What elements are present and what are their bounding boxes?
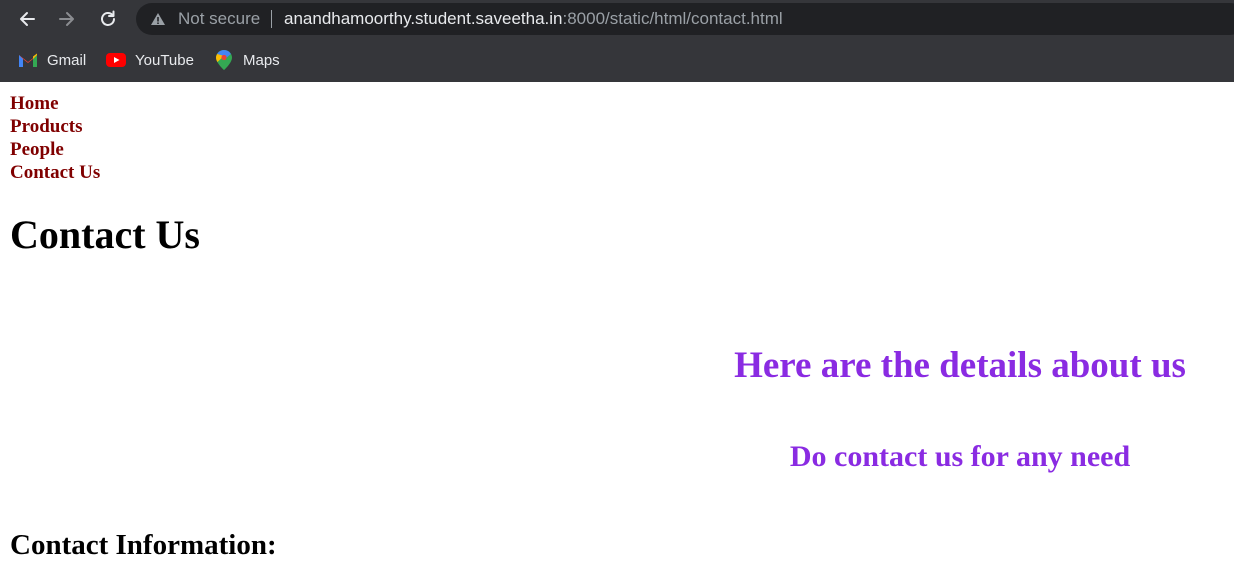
bookmark-maps[interactable]: Maps	[214, 50, 280, 70]
gmail-icon	[18, 50, 38, 70]
nav-link-people[interactable]: People	[10, 138, 100, 161]
reload-button[interactable]	[94, 5, 122, 33]
bookmark-youtube[interactable]: YouTube	[106, 50, 194, 70]
browser-toolbar: Not secure anandhamoorthy.student.saveet…	[0, 0, 1234, 38]
nav-link-products[interactable]: Products	[10, 115, 100, 138]
page-title: Contact Us	[10, 212, 200, 257]
bookmark-gmail[interactable]: Gmail	[18, 50, 86, 70]
contact-info-heading: Contact Information:	[10, 529, 277, 561]
reload-icon	[101, 10, 115, 26]
site-nav: Home Products People Contact Us	[10, 92, 100, 184]
url-path: :8000/static/html/contact.html	[562, 9, 783, 28]
forward-button[interactable]	[53, 5, 81, 33]
not-secure-label[interactable]: Not secure	[178, 3, 260, 35]
url-text[interactable]: anandhamoorthy.student.saveetha.in:8000/…	[284, 3, 783, 35]
bookmark-youtube-label: YouTube	[135, 51, 194, 69]
details-heading: Here are the details about us	[734, 345, 1186, 386]
bookmark-gmail-label: Gmail	[47, 51, 87, 69]
bookmarks-bar: Gmail YouTube Maps	[0, 38, 1234, 82]
forward-arrow-icon	[59, 12, 74, 26]
back-arrow-icon	[20, 12, 35, 26]
bookmark-maps-label: Maps	[243, 51, 280, 69]
address-bar[interactable]: Not secure anandhamoorthy.student.saveet…	[136, 3, 1234, 35]
contact-need-heading: Do contact us for any need	[789, 440, 1131, 473]
maps-icon	[214, 50, 234, 70]
youtube-icon	[106, 50, 126, 70]
address-separator	[271, 10, 272, 28]
warning-icon	[151, 13, 165, 25]
nav-link-contact-us[interactable]: Contact Us	[10, 161, 100, 184]
back-button[interactable]	[13, 5, 41, 33]
nav-link-home[interactable]: Home	[10, 92, 100, 115]
url-host: anandhamoorthy.student.saveetha.in	[284, 9, 563, 28]
